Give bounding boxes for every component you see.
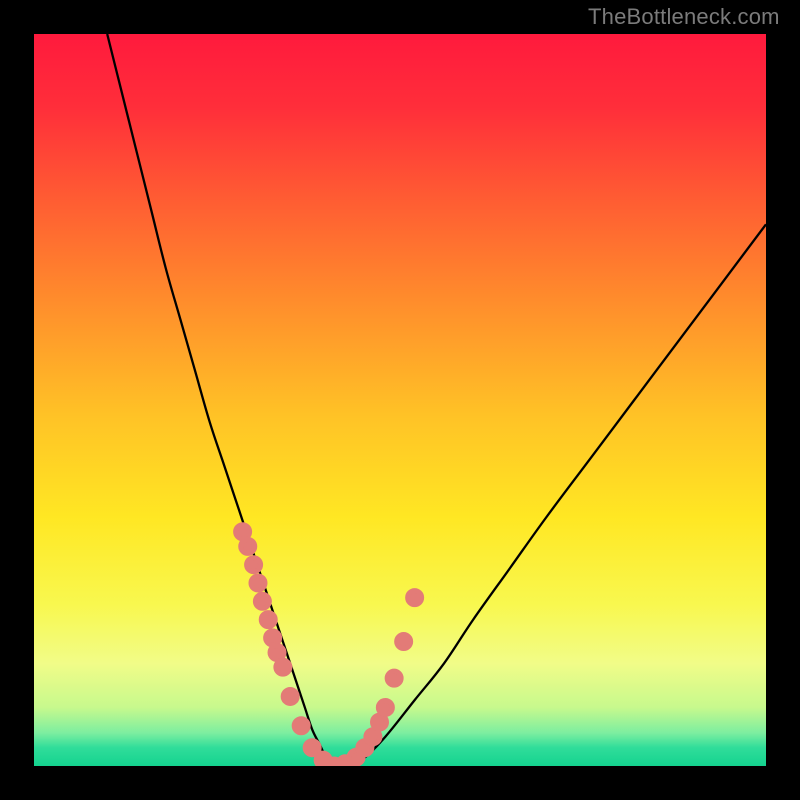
marker-dot <box>366 730 380 744</box>
marker-dot <box>408 591 422 605</box>
bottleneck-chart <box>0 0 800 800</box>
marker-dot <box>241 539 255 553</box>
marker-dot <box>276 660 290 674</box>
marker-dot <box>236 525 250 539</box>
marker-dot <box>387 671 401 685</box>
marker-dot <box>305 741 319 755</box>
marker-dot <box>251 576 265 590</box>
marker-dot <box>397 635 411 649</box>
marker-dot <box>255 594 269 608</box>
chart-stage: TheBottleneck.com <box>0 0 800 800</box>
marker-dot <box>261 613 275 627</box>
marker-dot <box>266 631 280 645</box>
marker-dot <box>294 719 308 733</box>
marker-dot <box>283 689 297 703</box>
marker-dot <box>373 715 387 729</box>
marker-dot <box>378 700 392 714</box>
plot-background <box>34 34 766 766</box>
marker-dot <box>247 558 261 572</box>
marker-dot <box>270 646 284 660</box>
watermark-text: TheBottleneck.com <box>588 4 780 30</box>
